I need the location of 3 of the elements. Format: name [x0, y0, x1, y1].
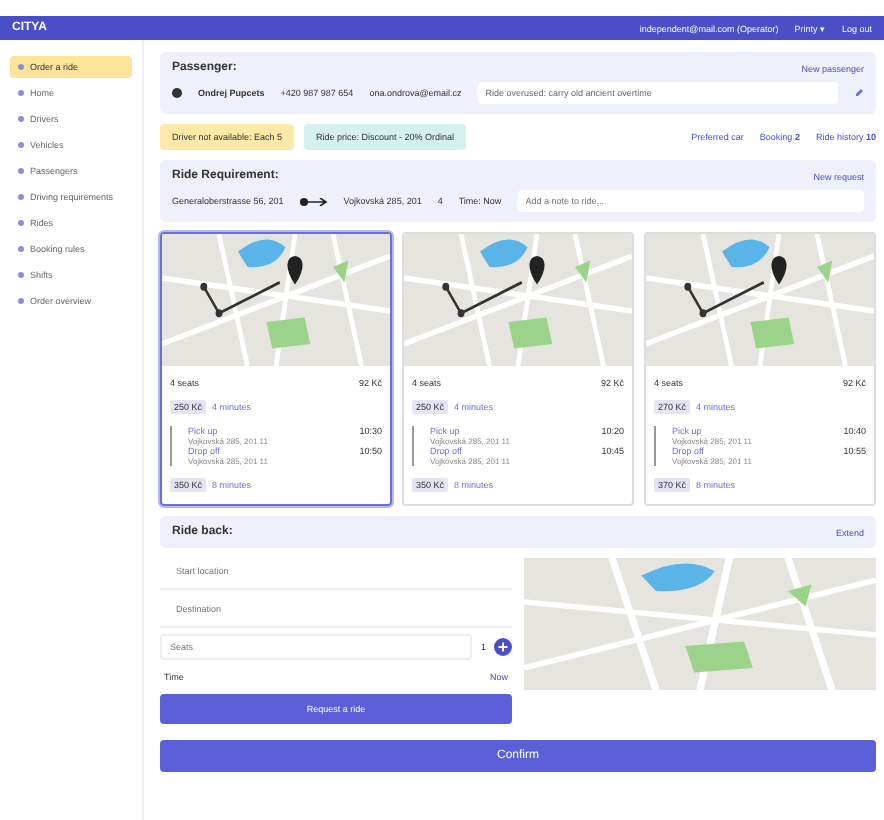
- route-arrow-icon: [299, 197, 328, 205]
- add-button[interactable]: [494, 638, 512, 656]
- edit-icon[interactable]: [854, 88, 864, 98]
